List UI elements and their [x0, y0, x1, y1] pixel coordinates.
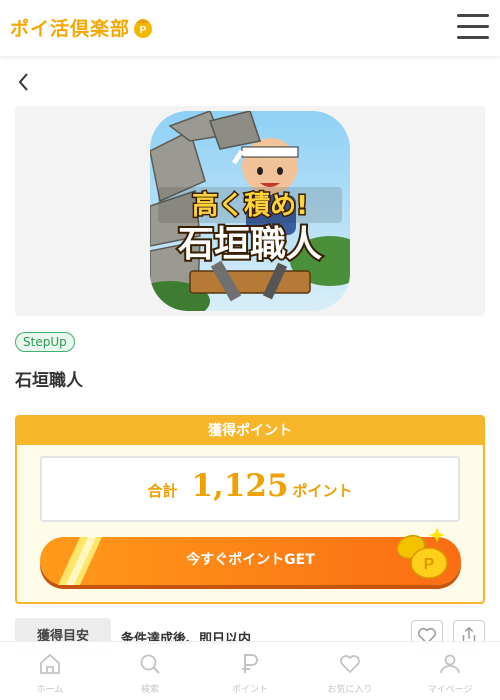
- home-icon: [40, 653, 60, 674]
- nav-point-label: ポイント: [231, 685, 268, 695]
- total-value: 1,125: [191, 468, 289, 504]
- coins-icon: P: [396, 527, 448, 579]
- nav-search-label: 検索: [140, 685, 159, 695]
- points-panel: 獲得ポイント 合計 1,125 ポイント 今すぐポイントGET P: [15, 415, 485, 604]
- search-icon: [140, 654, 160, 674]
- cta-stripe-decoration: [58, 537, 102, 585]
- get-points-button[interactable]: 今すぐポイントGET P: [40, 527, 461, 585]
- app-icon-image: 高く積め! 石垣職人: [150, 111, 350, 311]
- svg-text:P: P: [424, 556, 435, 573]
- nav-mypage[interactable]: マイページ: [400, 642, 500, 700]
- menu-icon[interactable]: [457, 14, 489, 40]
- total-unit: ポイント: [292, 482, 353, 500]
- nav-search[interactable]: 検索: [100, 642, 200, 700]
- app-icon-title-line1: 高く積め!: [192, 190, 308, 221]
- offer-hero: 高く積め! 石垣職人: [15, 106, 485, 316]
- get-points-label: 今すぐポイントGET: [186, 552, 315, 568]
- logo-coin-icon: P: [134, 18, 153, 38]
- bottom-nav: ホーム 検索 ポイント お気に入り マイページ: [0, 641, 500, 700]
- back-chevron-icon[interactable]: [14, 70, 34, 94]
- nav-favorites[interactable]: お気に入り: [300, 642, 400, 700]
- nav-point[interactable]: ポイント: [200, 642, 300, 700]
- point-icon: [242, 654, 258, 673]
- nav-favorites-label: お気に入り: [327, 685, 373, 695]
- offer-title: 石垣職人: [15, 371, 83, 391]
- total-label: 合計: [147, 482, 178, 500]
- nav-home[interactable]: ホーム: [0, 642, 100, 700]
- svg-text:P: P: [140, 25, 147, 36]
- site-logo[interactable]: ポイ活倶楽部 P: [10, 14, 154, 41]
- logo-text: ポイ活倶楽部: [10, 18, 131, 40]
- points-panel-header: 獲得ポイント: [17, 417, 483, 445]
- nav-home-label: ホーム: [36, 685, 64, 695]
- total-points-box: 合計 1,125 ポイント: [40, 456, 460, 522]
- user-icon: [440, 654, 460, 674]
- stepup-badge: StepUp: [15, 332, 75, 352]
- app-icon-title-line2: 石垣職人: [178, 224, 322, 265]
- nav-mypage-label: マイページ: [427, 685, 473, 695]
- app-header: ポイ活倶楽部 P: [0, 0, 500, 56]
- heart-icon: [340, 655, 360, 674]
